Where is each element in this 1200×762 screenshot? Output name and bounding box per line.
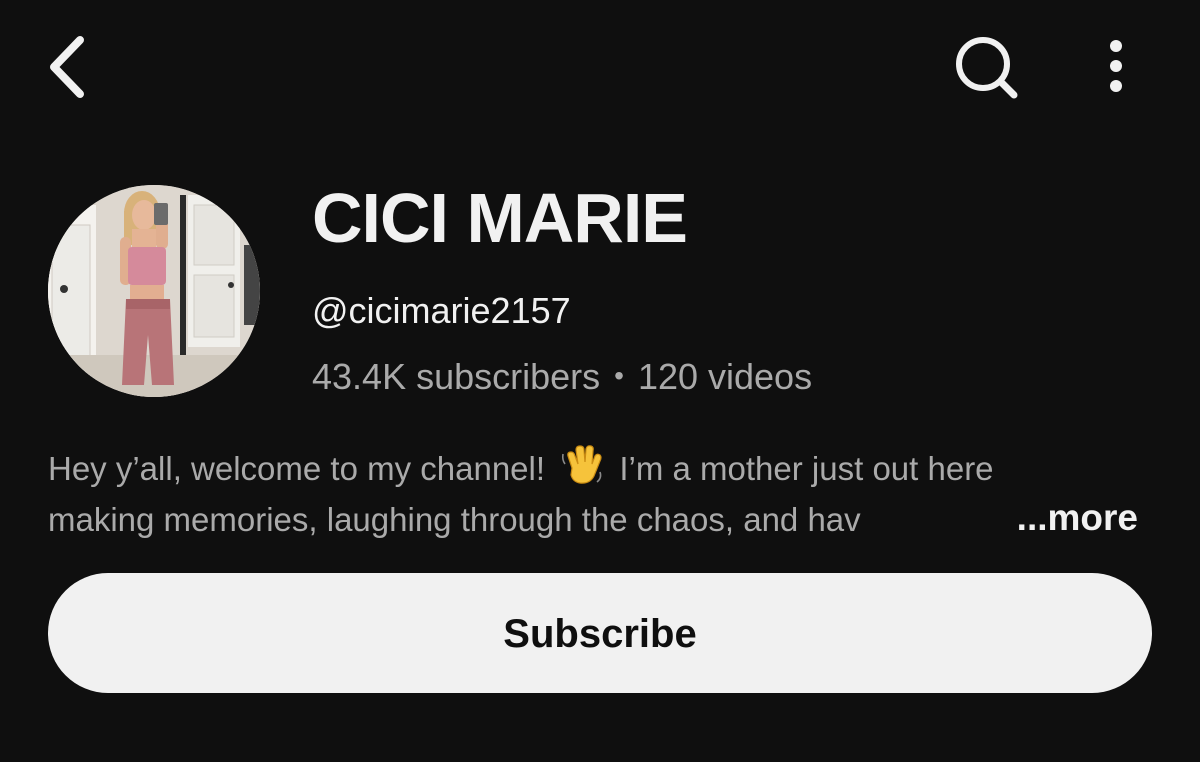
- waving-hand-icon: [560, 442, 604, 497]
- more-vertical-icon: [1110, 40, 1122, 92]
- subscribe-button[interactable]: Subscribe: [48, 573, 1152, 693]
- channel-name: CICI MARIE: [312, 179, 688, 257]
- channel-handle: @cicimarie2157: [312, 290, 571, 331]
- channel-description[interactable]: Hey y’all, welcome to my channel! I’m a …: [48, 442, 1158, 542]
- more-options-button[interactable]: [1090, 30, 1142, 106]
- chevron-left-icon: [50, 36, 84, 98]
- search-icon: [956, 37, 1018, 99]
- stats-separator: •: [614, 360, 624, 391]
- description-line-2: making memories, laughing through the ch…: [48, 497, 1138, 542]
- description-line-1: Hey y’all, welcome to my channel! I’m a …: [48, 442, 1158, 497]
- search-button[interactable]: [944, 30, 1028, 106]
- subscriber-count: 43.4K subscribers: [312, 356, 601, 397]
- avatar-photo: [48, 185, 260, 397]
- more-link[interactable]: ...more: [1008, 497, 1138, 540]
- video-count: 120 videos: [637, 356, 813, 397]
- back-button[interactable]: [40, 30, 100, 102]
- channel-stats: 43.4K subscribers • 120 videos: [312, 356, 812, 398]
- description-fade: [918, 497, 998, 542]
- top-bar: [0, 0, 1200, 135]
- channel-avatar[interactable]: [48, 185, 260, 397]
